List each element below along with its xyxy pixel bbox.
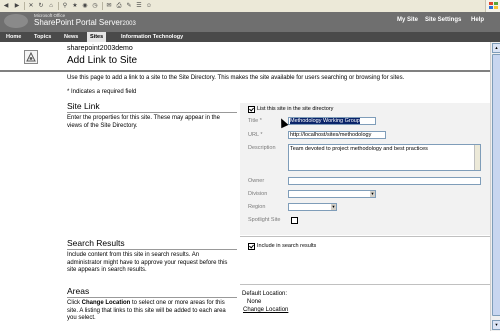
description-textarea[interactable]: Team devoted to project methodology and … [288, 144, 481, 171]
region-field-label: Region [248, 204, 266, 210]
include-in-search-checkbox[interactable] [248, 243, 255, 250]
default-location-value: None [247, 299, 262, 305]
areas-description: Click Change Location to select one or m… [67, 300, 232, 323]
areas-desc-bold: Change Location [81, 300, 131, 306]
site-name: sharepoint2003demo [67, 45, 133, 52]
description-value: Team devoted to project methodology and … [290, 146, 428, 152]
windows-logo-icon [485, 0, 500, 12]
toolbar-separator [58, 2, 59, 10]
nav-sites[interactable]: Sites [87, 32, 107, 42]
intro-text: Use this page to add a link to a site to… [67, 75, 405, 81]
nav-home[interactable]: Home [3, 32, 24, 42]
textarea-scrollbar[interactable] [474, 145, 480, 170]
search-results-description: Include content from this site in search… [67, 252, 228, 273]
areas-desc-prefix: Click [67, 300, 82, 306]
product-logo: SharePoint Portal Server2003 [34, 18, 136, 27]
edit-icon[interactable]: ✎ [125, 2, 133, 10]
stop-icon[interactable]: ✕ [27, 2, 35, 10]
default-location-label: Default Location: [242, 291, 288, 297]
panel-divider [240, 236, 490, 237]
refresh-icon[interactable]: ↻ [37, 2, 45, 10]
history-icon[interactable]: ◷ [91, 2, 99, 10]
site-link-description: Enter the properties for this site. Thes… [67, 115, 220, 129]
list-in-directory-label: List this site in the site directory [257, 106, 334, 112]
region-select[interactable]: ▼ [288, 203, 337, 211]
media-icon[interactable]: ◉ [81, 2, 89, 10]
forward-icon[interactable]: ▶ [13, 2, 21, 10]
logo-product-name: SharePoint Portal Server [34, 18, 123, 27]
messenger-icon[interactable]: ☺ [145, 2, 153, 10]
home-icon[interactable]: ⌂ [47, 2, 55, 10]
required-note: * Indicates a required field [67, 89, 137, 95]
change-location-link[interactable]: Change Location [243, 307, 288, 313]
site-link-section-title: Site Link [67, 101, 100, 111]
office-logo-icon [4, 14, 28, 28]
spotlight-checkbox[interactable] [291, 217, 298, 224]
back-icon[interactable]: ◀ [2, 2, 10, 10]
favorites-icon[interactable]: ★ [71, 2, 79, 10]
spotlight-field-label: Spotlight Site [248, 217, 281, 223]
section-divider [67, 297, 237, 298]
section-divider [67, 112, 237, 113]
nav-topics[interactable]: Topics [31, 32, 54, 42]
chevron-down-icon[interactable]: ▼ [370, 191, 375, 197]
scroll-up-icon[interactable]: ▲ [492, 43, 500, 53]
toolbar-separator [102, 2, 103, 10]
print-icon[interactable]: ⎙ [115, 2, 123, 10]
scroll-down-icon[interactable]: ▼ [492, 320, 500, 330]
section-divider [67, 249, 237, 250]
url-input[interactable]: http://localhost/sites/methodology [288, 131, 386, 139]
nav-news[interactable]: News [61, 32, 81, 42]
title-input-value: Methodology Working Group [290, 118, 360, 124]
help-link[interactable]: Help [471, 17, 484, 23]
search-icon[interactable]: ⚲ [61, 2, 69, 10]
description-field-label: Description [248, 145, 276, 151]
owner-input[interactable] [288, 177, 481, 185]
site-settings-link[interactable]: Site Settings [425, 17, 461, 23]
include-in-search-label: Include in search results [257, 243, 317, 249]
chevron-down-icon[interactable]: ▼ [331, 204, 336, 210]
owner-field-label: Owner [248, 178, 265, 184]
panel-divider [240, 284, 490, 285]
toolbar-separator [24, 2, 25, 10]
my-site-link[interactable]: My Site [397, 17, 418, 23]
page-scrollbar[interactable]: ▲ ▼ [490, 42, 500, 331]
search-results-section-title: Search Results [67, 238, 125, 248]
logo-year: 2003 [122, 21, 136, 27]
areas-section-title: Areas [67, 286, 90, 296]
scroll-thumb[interactable] [492, 54, 500, 316]
nav-information-technology[interactable]: Information Technology [118, 32, 186, 42]
nav-bar: Home Topics News Sites Information Techn… [0, 32, 500, 42]
title-input[interactable]: Methodology Working Group [288, 117, 376, 125]
title-field-label: Title * [248, 118, 262, 124]
site-directory-icon [24, 50, 38, 64]
division-select[interactable]: ▼ [288, 190, 376, 198]
mail-icon[interactable]: ✉ [105, 2, 113, 10]
division-field-label: Division [248, 191, 268, 197]
list-in-directory-checkbox[interactable] [248, 106, 255, 113]
url-field-label: URL * [248, 132, 263, 138]
page-title: Add Link to Site [67, 55, 138, 66]
discuss-icon[interactable]: ☰ [135, 2, 143, 10]
